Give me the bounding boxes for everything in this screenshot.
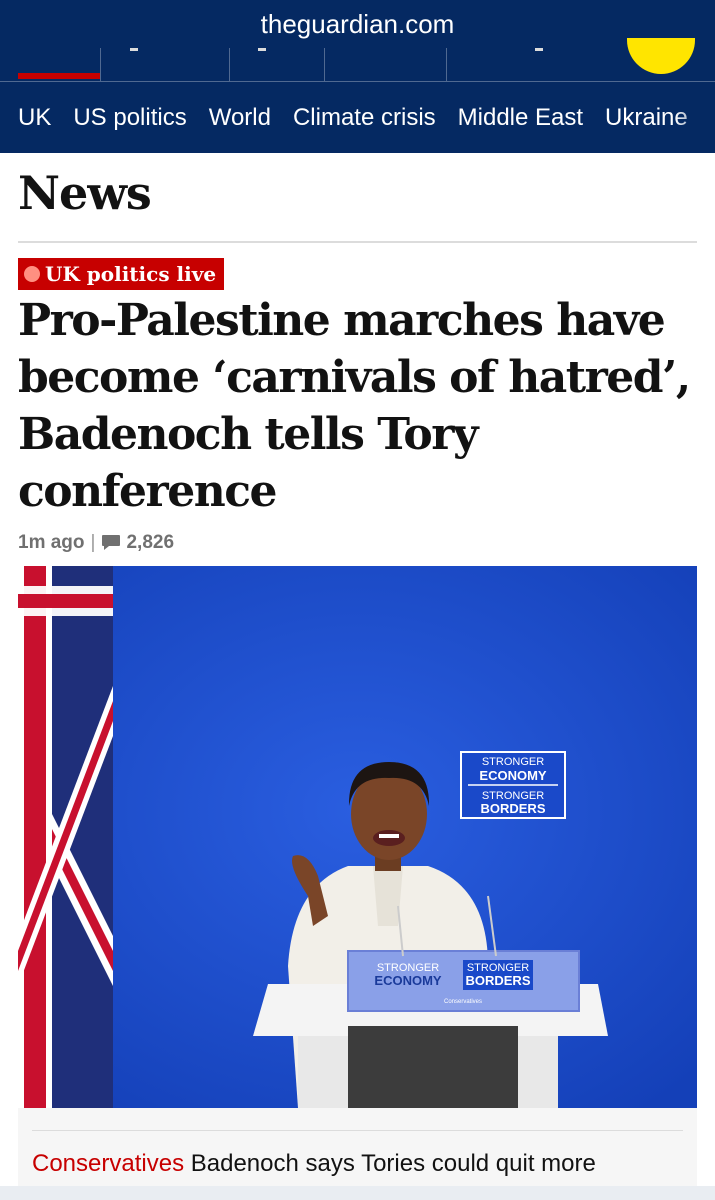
next-story-kicker: Conservatives: [32, 1150, 185, 1177]
section-link-us-politics[interactable]: US politics: [73, 104, 186, 132]
section-link-middle-east[interactable]: Middle East: [458, 104, 583, 132]
meta-separator: |: [90, 532, 96, 553]
comment-icon: [102, 535, 121, 550]
nav-divider: [324, 48, 325, 81]
bottom-bar: [0, 1186, 715, 1200]
live-dot-icon: [24, 266, 40, 282]
nav-divider: [446, 48, 447, 81]
sign-bottom-line2: BORDERS: [480, 801, 545, 816]
nav-divider: [100, 48, 101, 81]
photo-illustration: STRONGER ECONOMY STRONGER BORDERS STRONG…: [18, 566, 697, 1108]
article-time: 1m ago: [18, 532, 85, 553]
podium-small-text: Conservatives: [444, 999, 482, 1005]
article-headline[interactable]: Pro-Palestine marches have become ‘carni…: [18, 292, 698, 520]
article-meta: 1m ago | 2,826: [18, 532, 174, 554]
page-title: News: [18, 166, 152, 220]
divider: [32, 1130, 683, 1131]
divider: [18, 241, 697, 243]
nav-fade: [675, 82, 715, 153]
article-photo[interactable]: STRONGER ECONOMY STRONGER BORDERS STRONG…: [18, 566, 697, 1108]
section-nav: UK US politics World Climate crisis Midd…: [0, 81, 715, 153]
nav-fragment: [258, 48, 266, 51]
support-button[interactable]: [627, 38, 695, 74]
section-link-uk[interactable]: UK: [18, 104, 51, 132]
podium-right-line2: BORDERS: [465, 973, 530, 988]
url-bar[interactable]: theguardian.com: [0, 0, 715, 48]
comment-count[interactable]: 2,826: [126, 532, 174, 554]
podium-left-line2: ECONOMY: [374, 973, 442, 988]
sign-top-line1: STRONGER: [482, 756, 544, 768]
top-nav: [0, 38, 715, 81]
nav-fragment: [535, 48, 543, 51]
next-story-headline: Badenoch says Tories could quit more: [190, 1150, 596, 1177]
next-story-text: Conservatives Badenoch says Tories could…: [32, 1150, 596, 1178]
url-text: theguardian.com: [260, 8, 455, 39]
active-pillar-indicator: [18, 73, 100, 79]
union-flag: [18, 566, 113, 1108]
live-badge[interactable]: UK politics live: [18, 258, 225, 290]
nav-divider: [229, 48, 230, 81]
live-badge-label: UK politics live: [45, 262, 217, 286]
section-link-world[interactable]: World: [209, 104, 271, 132]
section-link-climate-crisis[interactable]: Climate crisis: [293, 104, 436, 132]
stage-sign: STRONGER ECONOMY STRONGER BORDERS: [460, 751, 566, 819]
nav-fragment: [130, 48, 138, 51]
sign-top-line2: ECONOMY: [479, 768, 547, 783]
